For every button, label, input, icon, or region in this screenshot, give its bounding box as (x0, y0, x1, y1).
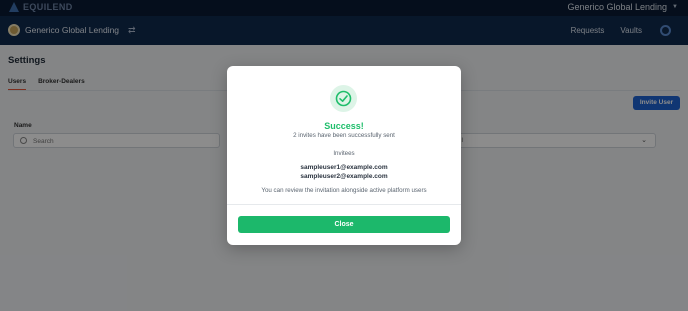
invitee-email: sampleuser1@example.com (300, 164, 388, 171)
review-note: You can review the invitation alongside … (261, 187, 427, 194)
success-dialog: Success! 2 invites have been successfull… (227, 66, 461, 245)
invitees-label: Invitees (333, 150, 355, 157)
dialog-subtitle: 2 invites have been successfully sent (293, 132, 395, 139)
invitee-email: sampleuser2@example.com (300, 173, 388, 180)
close-button[interactable]: Close (238, 216, 450, 233)
check-circle-icon (335, 90, 352, 107)
dialog-title: Success! (324, 121, 364, 131)
dialog-divider (227, 204, 461, 205)
success-check-icon (330, 85, 357, 112)
